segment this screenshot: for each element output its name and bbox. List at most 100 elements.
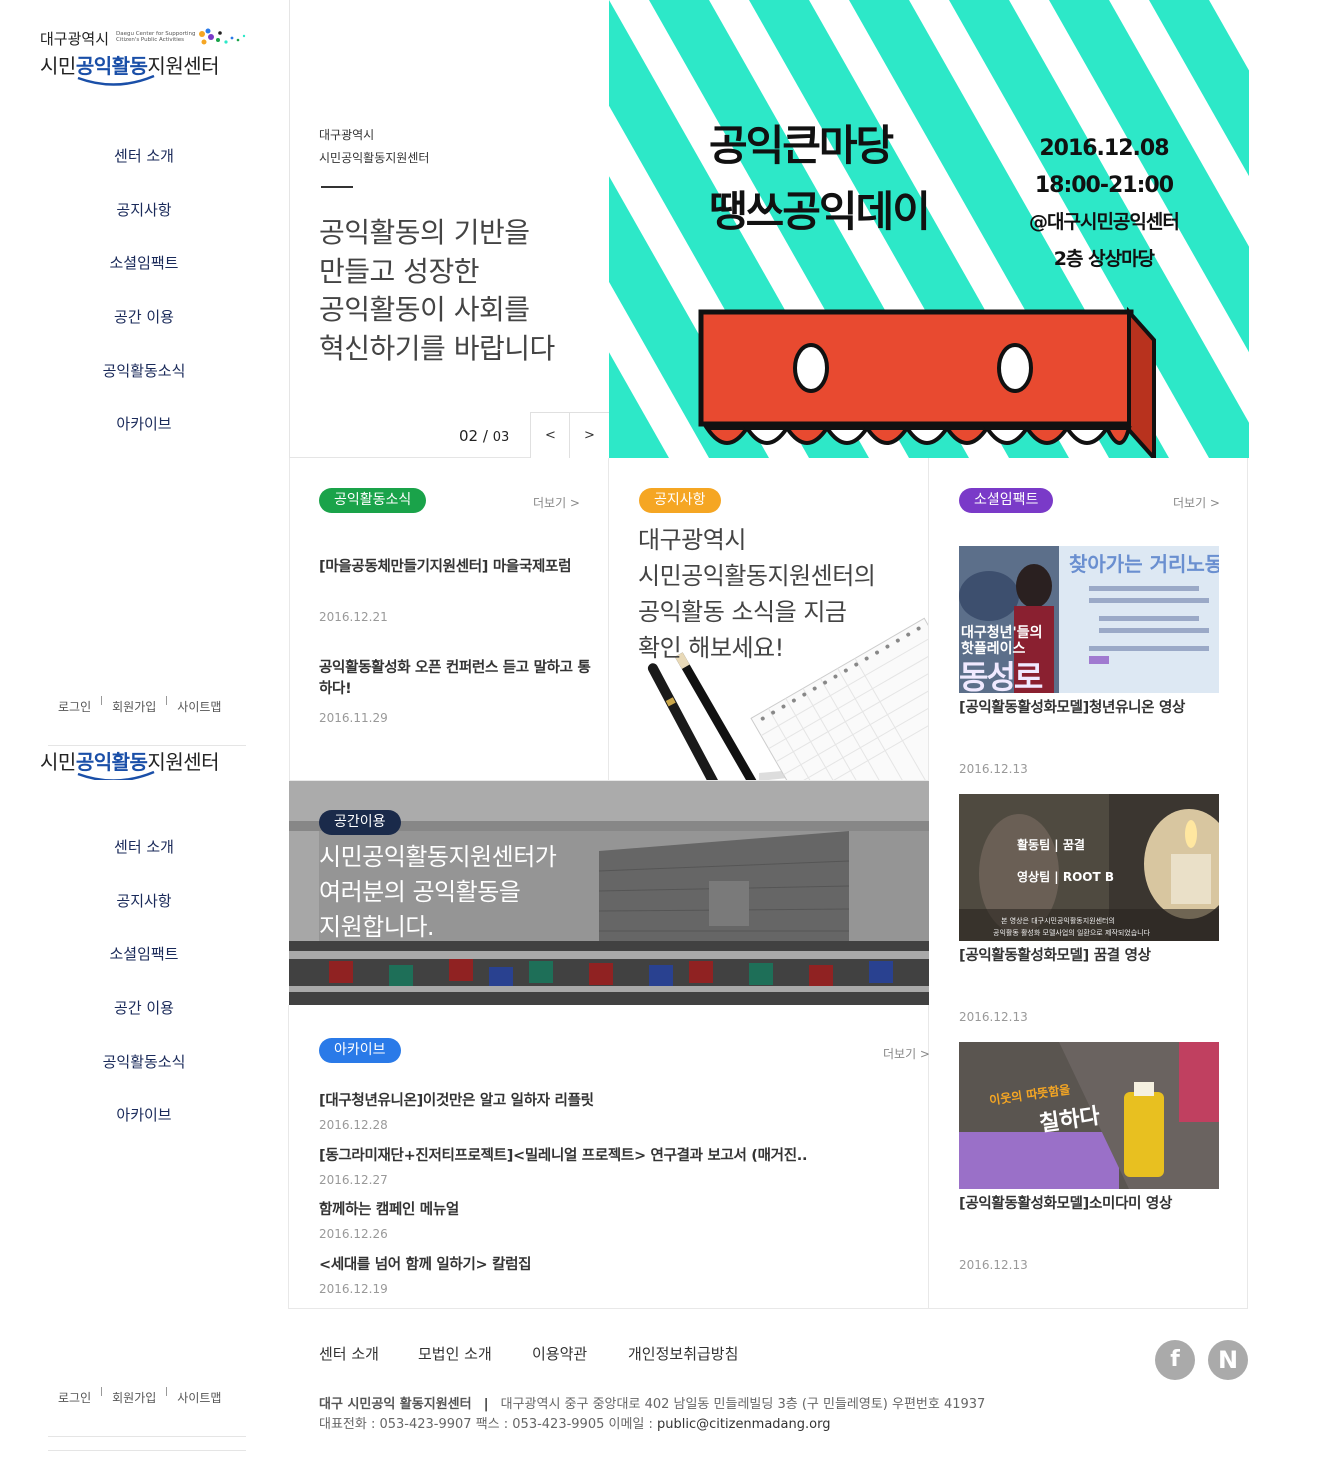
logo-english: Daegu Center for Supporting Citizen's Pu…: [116, 31, 196, 43]
thumb-caption: 동성로: [959, 658, 1043, 693]
sitemap-link[interactable]: 사이트맵: [177, 1391, 221, 1405]
thumb-caption: 활동팀 | 꿈결: [1017, 838, 1085, 852]
nav-item-space[interactable]: 공간 이용: [0, 306, 288, 327]
space-text-line: 지원합니다.: [319, 913, 435, 941]
notice-text: 대구광역시 시민공익활동지원센터의 공익활동 소식을 지금 확인 해보세요!: [638, 522, 876, 666]
banner-time: 18:00-21:00: [1034, 173, 1174, 198]
nav-item-social-impact[interactable]: 소셜임팩트: [0, 943, 288, 964]
nav-item-notice[interactable]: 공지사항: [0, 890, 288, 911]
archive-item-title[interactable]: [동그라미재단+진저티프로젝트]<밀레니얼 프로젝트> 연구결과 보고서 (매거…: [319, 1146, 807, 1167]
archive-item-title[interactable]: <세대를 넘어 함께 일하기> 칼럼집: [319, 1255, 532, 1276]
news-more-link[interactable]: 더보기 >: [533, 494, 580, 511]
notice-text-line: 확인 해보세요!: [638, 634, 784, 662]
news-item-title[interactable]: 공익활동활성화 오픈 컨퍼런스 듣고 말하고 통하다!: [319, 658, 594, 700]
util-links: 로그인 회원가입 사이트맵: [58, 1387, 231, 1406]
divider: [166, 696, 168, 705]
util-links: 로그인 회원가입 사이트맵: [58, 696, 231, 715]
footer-email-link[interactable]: public@citizenmadang.org: [657, 1417, 830, 1432]
social-thumb-3[interactable]: 이웃의 따뜻함을 칠하다: [959, 1042, 1219, 1189]
sidebar-divider: [48, 1436, 246, 1437]
sitemap-link[interactable]: 사이트맵: [177, 700, 221, 714]
nav-item-space[interactable]: 공간 이용: [0, 997, 288, 1018]
nav-item-news[interactable]: 공익활동소식: [0, 360, 288, 381]
notice-text-line: 대구광역시: [638, 526, 746, 554]
page-sep: /: [482, 427, 488, 445]
divider: [166, 1387, 168, 1396]
divider: [101, 1387, 103, 1396]
nav-item-notice[interactable]: 공지사항: [0, 199, 288, 220]
social-thumb-2[interactable]: 활동팀 | 꿈결 영상팀 | ROOT B 본 영상은 대구시민공익활동지원센터…: [959, 794, 1219, 941]
slogan-line: 혁신하기를 바랍니다: [319, 331, 555, 365]
footer-link-privacy[interactable]: 개인정보취급방침: [628, 1343, 738, 1364]
footer-sep: |: [483, 1397, 489, 1412]
footer-contact-line: 대표전화 : 053-423-9907 팩스 : 053-423-9905 이메…: [319, 1413, 830, 1432]
social-item-title[interactable]: [공익활동활성화모델]소미다미 영상: [959, 1194, 1219, 1215]
archive-more-link[interactable]: 더보기 >: [883, 1045, 930, 1062]
banner-place-detail: 2층 상상마당: [1053, 248, 1155, 270]
nav-item-center-intro[interactable]: 센터 소개: [0, 145, 288, 166]
archive-item-date: 2016.12.27: [319, 1173, 388, 1187]
join-link[interactable]: 회원가입: [112, 1391, 156, 1405]
thumb-caption: 찾아가는 거리노동상: [1069, 552, 1219, 576]
sidebar-divider: [48, 1450, 246, 1451]
nav-item-news[interactable]: 공익활동소식: [0, 1051, 288, 1072]
logo-swoosh-icon: [77, 74, 155, 86]
site-logo[interactable]: 대구광역시 Daegu Center for Supporting Citize…: [40, 28, 250, 90]
hero-slogan: 공익활동의 기반을 만들고 성장한 공익활동이 사회를 혁신하기를 바랍니다: [319, 214, 599, 368]
social-badge: 소셜임팩트: [959, 488, 1054, 513]
social-more-link[interactable]: 더보기 >: [1173, 494, 1220, 511]
nav-item-center-intro[interactable]: 센터 소개: [0, 836, 288, 857]
facebook-icon[interactable]: f: [1155, 1340, 1195, 1380]
logo-swoosh-icon: [77, 770, 155, 780]
social-item-date: 2016.12.13: [959, 1258, 1028, 1272]
sticky-logo-clip: 시민공익활동지원센터: [0, 746, 288, 780]
news-item-title[interactable]: [마을공동체만들기지원센터] 마을국제포럼: [319, 557, 589, 578]
naver-icon[interactable]: N: [1208, 1340, 1248, 1380]
logo-dots-icon: [199, 28, 246, 45]
hero-org-line1: 대구광역시: [319, 128, 375, 142]
social-item-title[interactable]: [공익활동활성화모델] 꿈결 영상: [959, 946, 1219, 967]
news-item-date: 2016.12.21: [319, 610, 388, 624]
login-link[interactable]: 로그인: [58, 700, 91, 714]
space-text: 시민공익활동지원센터가 여러분의 공익활동을 지원합니다.: [319, 840, 557, 945]
slogan-line: 공익활동의 기반을: [319, 216, 530, 249]
banner-title-line1: 공익큰마당: [709, 121, 894, 170]
thumb-caption: 영상팀 | ROOT B: [1017, 870, 1115, 884]
footer-address-line: 대구 시민공익 활동지원센터 | 대구광역시 중구 중앙대로 402 남일동 민…: [319, 1393, 985, 1412]
nav-item-social-impact[interactable]: 소셜임팩트: [0, 252, 288, 273]
logo-city: 대구광역시: [40, 30, 110, 48]
footer-org-name: 대구 시민공익 활동지원센터: [319, 1397, 472, 1412]
space-text-line: 여러분의 공익활동을: [319, 878, 521, 906]
banner-title: 공익큰마당 땡쓰공익데이: [709, 118, 931, 240]
hero-org: 대구광역시 시민공익활동지원센터: [319, 124, 429, 170]
divider: [101, 696, 103, 705]
page-current: 02: [459, 427, 479, 445]
footer-link-terms[interactable]: 이용약관: [532, 1343, 587, 1364]
notice-text-line: 시민공익활동지원센터의: [638, 562, 876, 590]
footer-link-center-intro[interactable]: 센터 소개: [319, 1343, 379, 1364]
nav-item-archive[interactable]: 아카이브: [0, 413, 288, 434]
login-link[interactable]: 로그인: [58, 1391, 91, 1405]
join-link[interactable]: 회원가입: [112, 700, 156, 714]
archive-item-title[interactable]: [대구청년유니온]이것만은 알고 일하자 리플릿: [319, 1091, 594, 1112]
sticky-site-logo[interactable]: 시민공익활동지원센터: [40, 746, 250, 780]
page-total: 03: [492, 430, 510, 445]
thumb-caption: 공익활동 활성화 모델사업의 일환으로 제작되었습니다: [993, 929, 1151, 937]
banner-title-line2: 땡쓰공익데이: [709, 187, 931, 236]
news-item-date: 2016.11.29: [319, 711, 388, 725]
slide-prev-button[interactable]: <: [530, 412, 570, 458]
social-item-title[interactable]: [공익활동활성화모델]청년유니온 영상: [959, 698, 1219, 719]
banner-date: 2016.12.08: [1039, 136, 1169, 161]
footer-link-parent-corp[interactable]: 모법인 소개: [418, 1343, 492, 1364]
sidebar: 대구광역시 Daegu Center for Supporting Citize…: [0, 0, 288, 1459]
social-thumb-1[interactable]: 찾아가는 거리노동상 대구청년'들의 핫플레이스 동성로: [959, 546, 1219, 693]
slogan-line: 만들고 성장한: [319, 254, 479, 288]
footer-contact: 대표전화 : 053-423-9907 팩스 : 053-423-9905 이메…: [319, 1417, 658, 1432]
nav-item-archive[interactable]: 아카이브: [0, 1104, 288, 1125]
hero-org-line2: 시민공익활동지원센터: [319, 151, 430, 165]
hero-banner[interactable]: 공익큰마당 땡쓰공익데이 2016.12.08 18:00-21:00 @대구시…: [609, 0, 1249, 458]
archive-item-title[interactable]: 함께하는 캠페인 메뉴얼: [319, 1200, 459, 1221]
banner-info: 2016.12.08 18:00-21:00 @대구시민공익센터 2층 상상마당: [1029, 130, 1180, 278]
thumb-caption: 본 영상은 대구시민공익활동지원센터의: [1001, 917, 1115, 925]
slide-next-button[interactable]: >: [569, 412, 609, 458]
